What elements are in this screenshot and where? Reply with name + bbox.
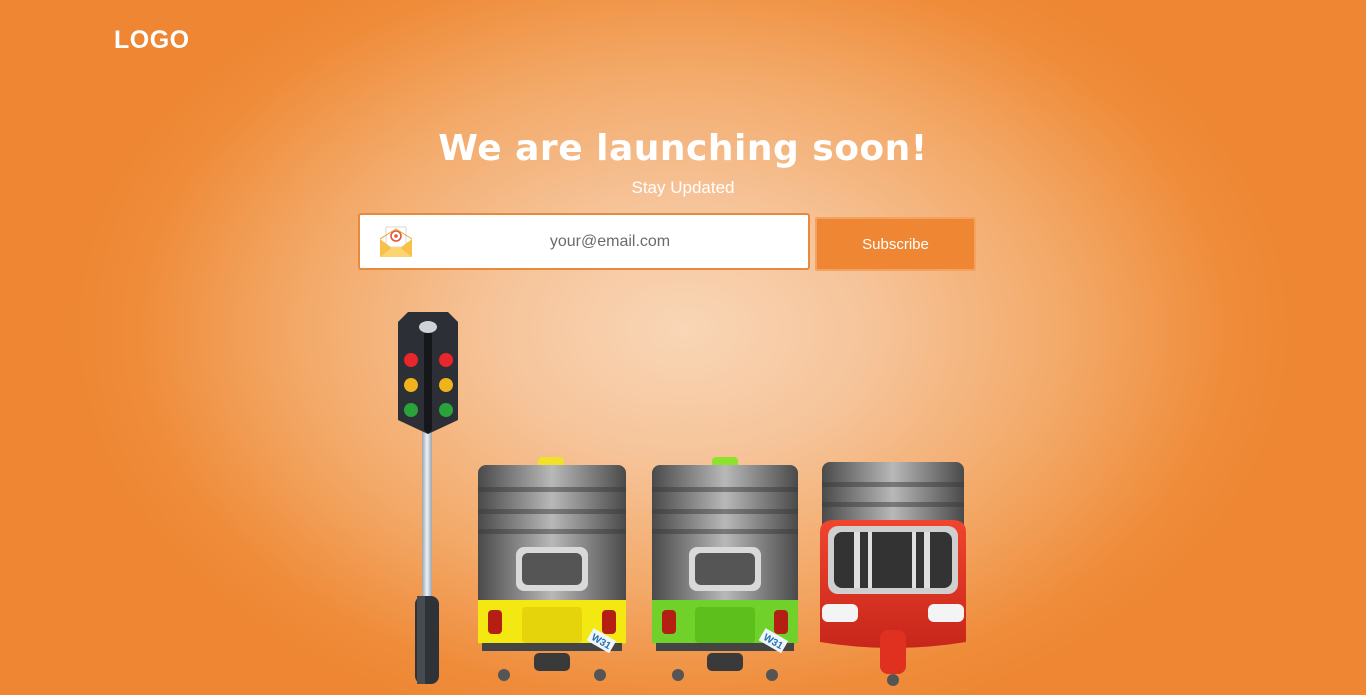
email-input[interactable]	[430, 215, 790, 268]
page-title: We are launching soon!	[438, 128, 928, 169]
subscribe-button[interactable]: Subscribe	[815, 217, 976, 271]
email-field-container	[358, 213, 810, 270]
yellow-auto-rickshaw-icon: W31	[478, 457, 626, 681]
red-auto-rickshaw-icon	[820, 462, 966, 686]
green-auto-rickshaw-icon: W31	[652, 457, 798, 681]
envelope-icon	[378, 225, 414, 259]
traffic-light-icon	[398, 312, 458, 684]
illustration: W31 W31	[380, 300, 1000, 695]
logo[interactable]: LOGO	[114, 26, 190, 55]
page-subtitle: Stay Updated	[631, 178, 735, 197]
